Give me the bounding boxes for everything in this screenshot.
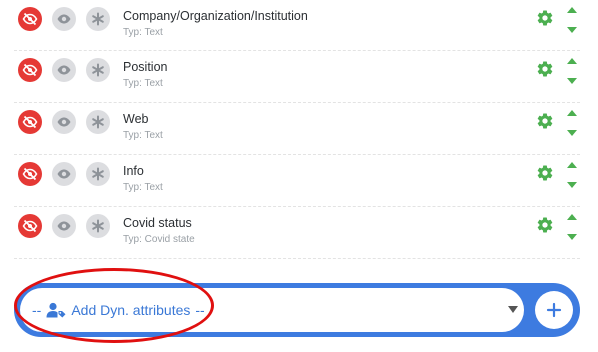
- up-down-arrows-icon[interactable]: [565, 5, 579, 35]
- eye-icon[interactable]: [52, 214, 76, 238]
- asterisk-icon[interactable]: [86, 214, 110, 238]
- asterisk-icon[interactable]: [86, 162, 110, 186]
- caret-down-icon[interactable]: [508, 306, 518, 314]
- attribute-list: Company/Organization/Institution Typ: Te…: [14, 0, 580, 259]
- eye-icon[interactable]: [52, 162, 76, 186]
- attribute-name: Position: [123, 60, 168, 74]
- attribute-field: Position Typ: Text: [123, 60, 167, 90]
- add-attributes-select[interactable]: -- Add Dyn. attributes --: [20, 288, 524, 332]
- asterisk-icon[interactable]: [86, 7, 110, 31]
- attribute-name: Info: [123, 164, 144, 178]
- up-down-arrows-icon[interactable]: [565, 160, 579, 190]
- select-label: Add Dyn. attributes: [71, 302, 191, 318]
- attribute-row: Position Typ: Text: [14, 51, 580, 103]
- eye-slash-icon[interactable]: [18, 162, 42, 186]
- user-tag-icon: [46, 302, 66, 318]
- eye-icon[interactable]: [52, 7, 76, 31]
- attribute-type: Typ: Text: [123, 182, 163, 193]
- eye-icon[interactable]: [52, 58, 76, 82]
- attribute-name: Web: [123, 112, 149, 126]
- up-down-arrows-icon[interactable]: [565, 212, 579, 242]
- add-attributes-bar: -- Add Dyn. attributes --: [14, 283, 580, 337]
- plus-icon: [546, 302, 562, 318]
- eye-slash-icon[interactable]: [18, 58, 42, 82]
- attribute-field: Covid status Typ: Covid state: [123, 216, 195, 246]
- attribute-type: Typ: Covid state: [123, 234, 195, 245]
- up-down-arrows-icon[interactable]: [565, 56, 579, 86]
- attribute-row: Covid status Typ: Covid state: [14, 207, 580, 259]
- attribute-type: Typ: Text: [123, 130, 163, 141]
- up-down-arrows-icon[interactable]: [565, 108, 579, 138]
- attribute-row: Info Typ: Text: [14, 155, 580, 207]
- add-attribute-button[interactable]: [535, 291, 573, 329]
- attribute-name: Company/Organization/Institution: [123, 9, 308, 23]
- add-attributes-select-value: -- Add Dyn. attributes --: [32, 302, 205, 318]
- eye-slash-icon[interactable]: [18, 110, 42, 134]
- gear-icon[interactable]: [536, 112, 554, 130]
- attribute-field: Web Typ: Text: [123, 112, 163, 142]
- attribute-field: Company/Organization/Institution Typ: Te…: [123, 9, 308, 39]
- asterisk-icon[interactable]: [86, 110, 110, 134]
- attribute-row: Company/Organization/Institution Typ: Te…: [14, 0, 580, 51]
- eye-slash-icon[interactable]: [18, 214, 42, 238]
- attribute-row: Web Typ: Text: [14, 103, 580, 155]
- attribute-type: Typ: Text: [123, 27, 163, 38]
- gear-icon[interactable]: [536, 216, 554, 234]
- gear-icon[interactable]: [536, 60, 554, 78]
- gear-icon[interactable]: [536, 164, 554, 182]
- attribute-name: Covid status: [123, 216, 192, 230]
- attribute-type: Typ: Text: [123, 78, 163, 89]
- eye-slash-icon[interactable]: [18, 7, 42, 31]
- select-suffix: --: [195, 302, 205, 318]
- asterisk-icon[interactable]: [86, 58, 110, 82]
- attribute-field: Info Typ: Text: [123, 164, 163, 194]
- select-prefix: --: [32, 302, 42, 318]
- eye-icon[interactable]: [52, 110, 76, 134]
- gear-icon[interactable]: [536, 9, 554, 27]
